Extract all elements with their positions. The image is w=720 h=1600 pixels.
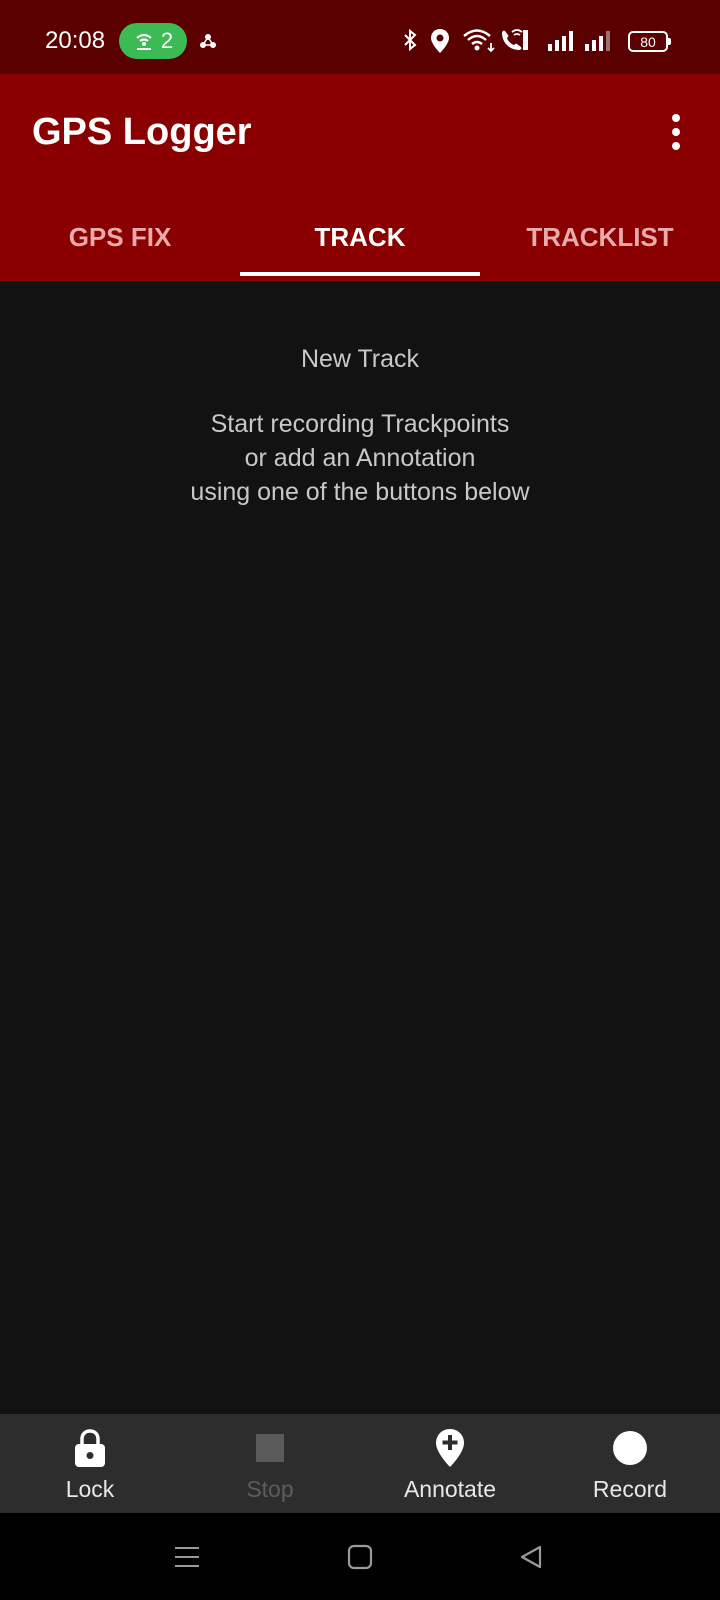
more-vert-icon[interactable] [660,110,692,154]
stop-button[interactable]: Stop [180,1414,360,1513]
home-icon[interactable] [340,1537,380,1577]
lock-icon [70,1428,110,1468]
recents-icon[interactable] [167,1537,207,1577]
tab-track[interactable]: TRACK [240,194,480,281]
wifi-calling-icon [502,29,528,50]
add-location-icon [430,1428,470,1468]
bluetooth-icon [404,28,417,52]
tab-gps-fix[interactable]: GPS FIX [0,194,240,281]
annotate-label: Annotate [403,1476,497,1502]
signal-icon [548,31,573,51]
bottom-toolbar: Lock Stop Annotate Record [0,1414,720,1513]
app-notification-icon [200,34,216,48]
battery-icon: 80 [628,31,671,52]
tab-bar: GPS FIX TRACK TRACKLIST [0,194,720,281]
instruction-line: Start recording Trackpoints [210,410,510,438]
wifi-icon [463,29,495,53]
hotspot-icon [136,33,152,50]
back-icon[interactable] [511,1537,551,1577]
instruction-line: or add an Annotation [244,444,476,472]
tab-indicator [240,272,480,276]
annotate-button[interactable]: Annotate [360,1414,540,1513]
app-bar: GPS Logger GPS FIX TRACK TRACKLIST [0,74,720,281]
tab-tracklist[interactable]: TRACKLIST [480,194,720,281]
status-time: 20:08 [45,27,106,54]
hotspot-indicator[interactable]: 2 [119,23,187,59]
location-icon [431,29,449,53]
hotspot-count: 2 [160,28,174,53]
track-content: New Track Start recording Trackpoints or… [0,281,720,1414]
record-button[interactable]: Record [540,1414,720,1513]
record-icon [610,1428,650,1468]
instruction-line: using one of the buttons below [190,478,530,506]
status-bar: 20:08 2 80 [0,0,720,74]
lock-button[interactable]: Lock [0,1414,180,1513]
signal-icon [585,31,610,51]
navigation-bar [0,1513,720,1600]
battery-level: 80 [640,33,656,50]
track-instructions: Start recording Trackpoints or add an An… [0,407,720,509]
app-title: GPS Logger [32,111,252,153]
stop-icon [250,1428,290,1468]
stop-label: Stop [246,1476,294,1502]
record-label: Record [592,1476,668,1502]
lock-label: Lock [65,1476,115,1502]
track-title: New Track [300,345,420,373]
